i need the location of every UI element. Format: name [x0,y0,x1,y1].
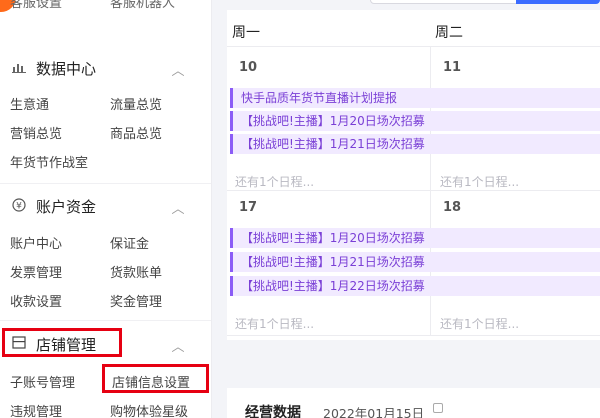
more-events-link[interactable]: 还有1个日程... [440,315,519,332]
more-events-link[interactable]: 还有1个日程... [235,173,314,190]
section-title: 数据中心 [36,59,97,78]
calendar-icon[interactable] [433,403,443,413]
date-cell-number[interactable]: 11 [443,60,461,75]
more-events-link[interactable]: 还有1个日程... [235,315,314,332]
date-cell-number[interactable]: 10 [239,60,257,75]
business-data-card: 经营数据 2022年01月15日 [227,388,600,418]
calendar: 周一 周二 10 11 快手品质年货节直播计划提报 【挑战吧!主播】1月20日场… [227,10,600,340]
calendar-event[interactable]: 【挑战吧!主播】1月22日场次招募 [230,276,600,296]
calendar-event[interactable]: 【挑战吧!主播】1月20日场次招募 [230,111,600,131]
chart-icon [10,61,28,76]
search-button[interactable] [516,0,600,4]
divider [0,183,211,184]
calendar-event[interactable]: 【挑战吧!主播】1月21日场次招募 [230,134,600,154]
divider [227,335,600,336]
highlight-box [102,364,209,393]
sidebar-item-customer-service-bot[interactable]: 客服机器人 [110,0,175,11]
more-events-link[interactable]: 还有1个日程... [440,173,519,190]
sidebar-item-marketing-overview[interactable]: 营销总览 [10,123,62,142]
sidebar-item-product-overview[interactable]: 商品总览 [110,123,162,142]
sidebar-item-shopping-experience-rating[interactable]: 购物体验星级 [110,401,188,418]
calendar-event[interactable]: 快手品质年货节直播计划提报 [230,88,600,108]
sidebar-item-sub-account-management[interactable]: 子账号管理 [10,372,75,391]
yen-icon: ¥ [10,197,28,215]
sidebar-item-bonus-management[interactable]: 奖金管理 [110,291,162,310]
calendar-event[interactable]: 【挑战吧!主播】1月20日场次招募 [230,228,600,248]
section-data-center[interactable]: 数据中心 [10,56,96,80]
chevron-up-icon[interactable]: ︿ [168,198,188,217]
sidebar-item-traffic-overview[interactable]: 流量总览 [110,94,162,113]
date-cell-number[interactable]: 18 [443,200,461,215]
chevron-up-icon[interactable]: ︿ [168,336,188,355]
sidebar-item-customer-service-settings[interactable]: 客服设置 [10,0,62,11]
search-input[interactable] [370,0,530,4]
sidebar-item-deposit[interactable]: 保证金 [110,233,149,252]
divider [227,190,600,191]
business-data-date[interactable]: 2022年01月15日 [323,403,424,418]
sidebar: 客服设置 客服机器人 数据中心 ︿ 生意通 流量总览 营销总览 商品总览 年货节… [0,0,212,418]
sidebar-item-business-pass[interactable]: 生意通 [10,94,49,113]
weekday-monday: 周一 [232,25,260,41]
sidebar-item-payment-bill[interactable]: 货款账单 [110,262,162,281]
sidebar-item-account-center[interactable]: 账户中心 [10,233,62,252]
calendar-event[interactable]: 【挑战吧!主播】1月21日场次招募 [230,252,600,272]
chevron-up-icon[interactable]: ︿ [168,60,188,79]
divider [0,320,211,321]
divider [227,46,600,47]
sidebar-item-collection-settings[interactable]: 收款设置 [10,291,62,310]
sidebar-item-invoice-management[interactable]: 发票管理 [10,262,62,281]
highlight-box [2,328,122,357]
sidebar-item-violation-management[interactable]: 违规管理 [10,401,62,418]
section-title: 账户资金 [36,197,97,216]
business-data-title: 经营数据 [245,405,301,418]
date-cell-number[interactable]: 17 [239,200,257,215]
svg-text:¥: ¥ [16,201,22,211]
sidebar-item-festival-war-room[interactable]: 年货节作战室 [10,152,88,171]
section-account-funds[interactable]: ¥ 账户资金 [10,194,96,218]
weekday-tuesday: 周二 [435,25,463,41]
